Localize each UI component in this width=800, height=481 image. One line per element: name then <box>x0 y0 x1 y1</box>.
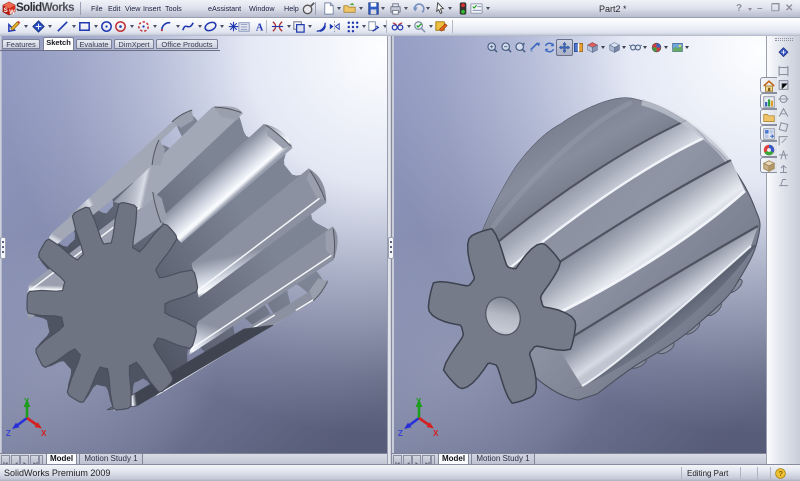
svg-text:X: X <box>41 429 47 438</box>
svg-text:Z: Z <box>6 429 11 438</box>
svg-text:?: ? <box>778 469 783 478</box>
svg-text:W: W <box>9 10 15 16</box>
svg-text:A: A <box>256 23 264 34</box>
svg-text:Y: Y <box>24 397 30 406</box>
svg-text:Z: Z <box>398 429 403 438</box>
svg-text:Y: Y <box>416 397 422 406</box>
svg-text:X: X <box>433 429 439 438</box>
svg-text:S: S <box>4 8 8 14</box>
